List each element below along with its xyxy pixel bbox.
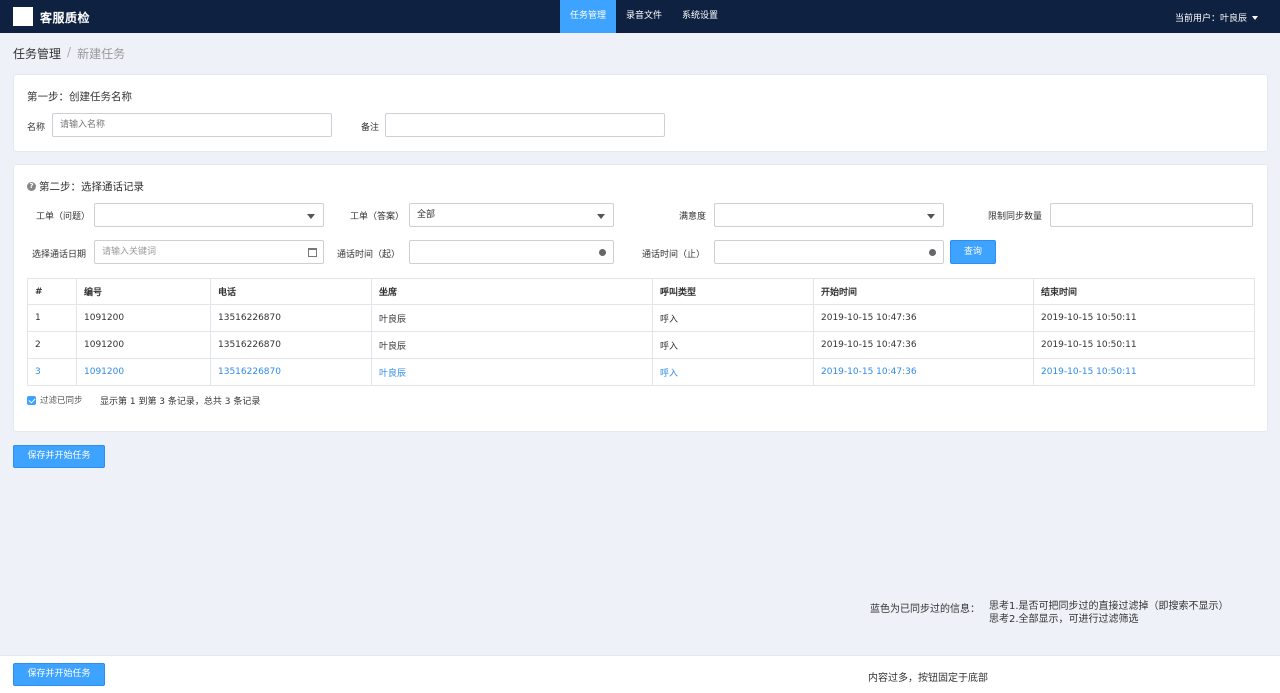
cell-agent: 叶良辰 [371,358,653,386]
table-header-row: # 编号 电话 坐席 呼叫类型 开始时间 结束时间 [27,278,1255,305]
name-label: 名称 [27,123,46,133]
cell-agent: 叶良辰 [371,331,653,359]
top-navbar: 客服质检 任务管理 录音文件 系统设置 当前用户：叶良辰 [0,0,1280,33]
ticket-answer-value: 全部 [417,210,436,220]
synced-info-note: 蓝色为已同步过的信息： [870,604,980,615]
cell-phone: 13516226870 [210,304,372,332]
chevron-down-icon [597,214,605,219]
ticket-answer-select[interactable]: 全部 [409,203,614,227]
table-row[interactable]: 2 1091200 13516226870 叶良辰 呼入 2019-10-15 … [27,331,1255,359]
remark-input[interactable] [385,113,665,137]
name-input[interactable] [52,113,332,137]
cell-call-type: 呼入 [652,331,814,359]
cell-start-time: 2019-10-15 10:47:36 [813,358,1034,386]
checkbox-checked-icon[interactable] [27,395,36,405]
app-title: 客服质检 [40,11,91,25]
fixed-footer: 保存并开始任务 内容过多，按钮固定于底部 [0,655,1280,693]
step2-card: ? 第二步：选择通话记录 工单（问题） 工单（答案） 全部 满意度 限制同步数量… [13,164,1268,432]
col-header-call-type: 呼叫类型 [652,278,814,305]
call-time-start-input[interactable] [409,240,614,264]
nav-item-recording-files[interactable]: 录音文件 [616,0,672,33]
cell-phone: 13516226870 [210,358,372,386]
cell-id: 1091200 [76,358,211,386]
call-time-end-label: 通话时间（止） [642,250,706,260]
table-summary: 显示第 1 到第 3 条记录，总共 3 条记录 [100,397,261,407]
cell-start-time: 2019-10-15 10:47:36 [813,304,1034,332]
breadcrumb-item-task-management[interactable]: 任务管理 [13,45,61,62]
design-notes: 思考1.是否可把同步过的直接过滤掉（即搜索不显示） 思考2.全部显示，可进行过滤… [989,600,1229,626]
clock-icon [599,249,606,256]
cell-phone: 13516226870 [210,331,372,359]
current-user-label: 当前用户：叶良辰 [1174,14,1247,24]
design-note-2: 思考2.全部显示，可进行过滤筛选 [989,614,1139,625]
col-header-id: 编号 [76,278,211,305]
ticket-answer-label: 工单（答案） [350,212,405,222]
satisfaction-select[interactable] [714,203,944,227]
call-records-table: # 编号 电话 坐席 呼叫类型 开始时间 结束时间 1 1091200 1351… [27,278,1255,386]
help-icon[interactable]: ? [27,182,36,191]
breadcrumb-separator: / [67,45,72,59]
cell-id: 1091200 [76,304,211,332]
chevron-down-icon [1252,15,1258,20]
cell-index: 3 [27,358,77,386]
ticket-question-label: 工单（问题） [36,212,91,222]
chevron-down-icon [927,214,935,219]
breadcrumb-item-new-task: 新建任务 [77,47,126,61]
col-header-end-time: 结束时间 [1033,278,1255,305]
col-header-start-time: 开始时间 [813,278,1034,305]
footer-note: 内容过多，按钮固定于底部 [868,673,988,684]
cell-start-time: 2019-10-15 10:47:36 [813,331,1034,359]
app-logo [13,7,33,26]
step2-title: ? 第二步：选择通话记录 [27,179,144,194]
design-note-1: 思考1.是否可把同步过的直接过滤掉（即搜索不显示） [989,601,1229,612]
limit-sync-label: 限制同步数量 [988,212,1043,222]
cell-index: 1 [27,304,77,332]
ticket-question-select[interactable] [94,203,324,227]
col-header-index: # [27,278,77,305]
cell-agent: 叶良辰 [371,304,653,332]
cell-end-time: 2019-10-15 10:50:11 [1033,358,1255,386]
cell-end-time: 2019-10-15 10:50:11 [1033,331,1255,359]
table-row-synced[interactable]: 3 1091200 13516226870 叶良辰 呼入 2019-10-15 … [27,358,1255,386]
query-button[interactable]: 查询 [950,240,996,264]
call-date-input[interactable]: 请输入关键词 [94,240,324,264]
filter-synced-label: 过滤已同步 [40,396,83,406]
nav-item-task-management[interactable]: 任务管理 [560,0,617,33]
col-header-phone: 电话 [210,278,372,305]
table-row[interactable]: 1 1091200 13516226870 叶良辰 呼入 2019-10-15 … [27,304,1255,332]
cell-call-type: 呼入 [652,304,814,332]
breadcrumb: 任务管理 / 新建任务 [13,45,125,62]
user-menu[interactable]: 当前用户：叶良辰 [1175,11,1258,24]
call-date-label: 选择通话日期 [32,250,87,260]
cell-index: 2 [27,331,77,359]
call-time-end-input[interactable] [714,240,944,264]
filter-synced-checkbox[interactable]: 过滤已同步 [27,394,83,406]
call-time-start-label: 通话时间（起） [337,250,401,260]
footer-save-start-task-button[interactable]: 保存并开始任务 [13,663,105,686]
main-nav: 任务管理 录音文件 系统设置 [560,0,728,33]
clock-icon [929,249,936,256]
save-start-task-button[interactable]: 保存并开始任务 [13,445,105,468]
remark-label: 备注 [361,123,380,133]
col-header-agent: 坐席 [371,278,653,305]
satisfaction-label: 满意度 [679,212,707,222]
step1-card: 第一步：创建任务名称 名称 备注 [13,74,1268,152]
step1-title: 第一步：创建任务名称 [27,89,132,104]
step2-title-text: 第二步：选择通话记录 [39,181,144,193]
chevron-down-icon [307,214,315,219]
cell-end-time: 2019-10-15 10:50:11 [1033,304,1255,332]
step1-title-text: 第一步：创建任务名称 [27,91,132,103]
limit-sync-input[interactable] [1050,203,1253,227]
nav-item-system-settings[interactable]: 系统设置 [672,0,728,33]
cell-id: 1091200 [76,331,211,359]
calendar-icon [308,248,317,257]
call-date-placeholder: 请输入关键词 [102,247,157,257]
cell-call-type: 呼入 [652,358,814,386]
